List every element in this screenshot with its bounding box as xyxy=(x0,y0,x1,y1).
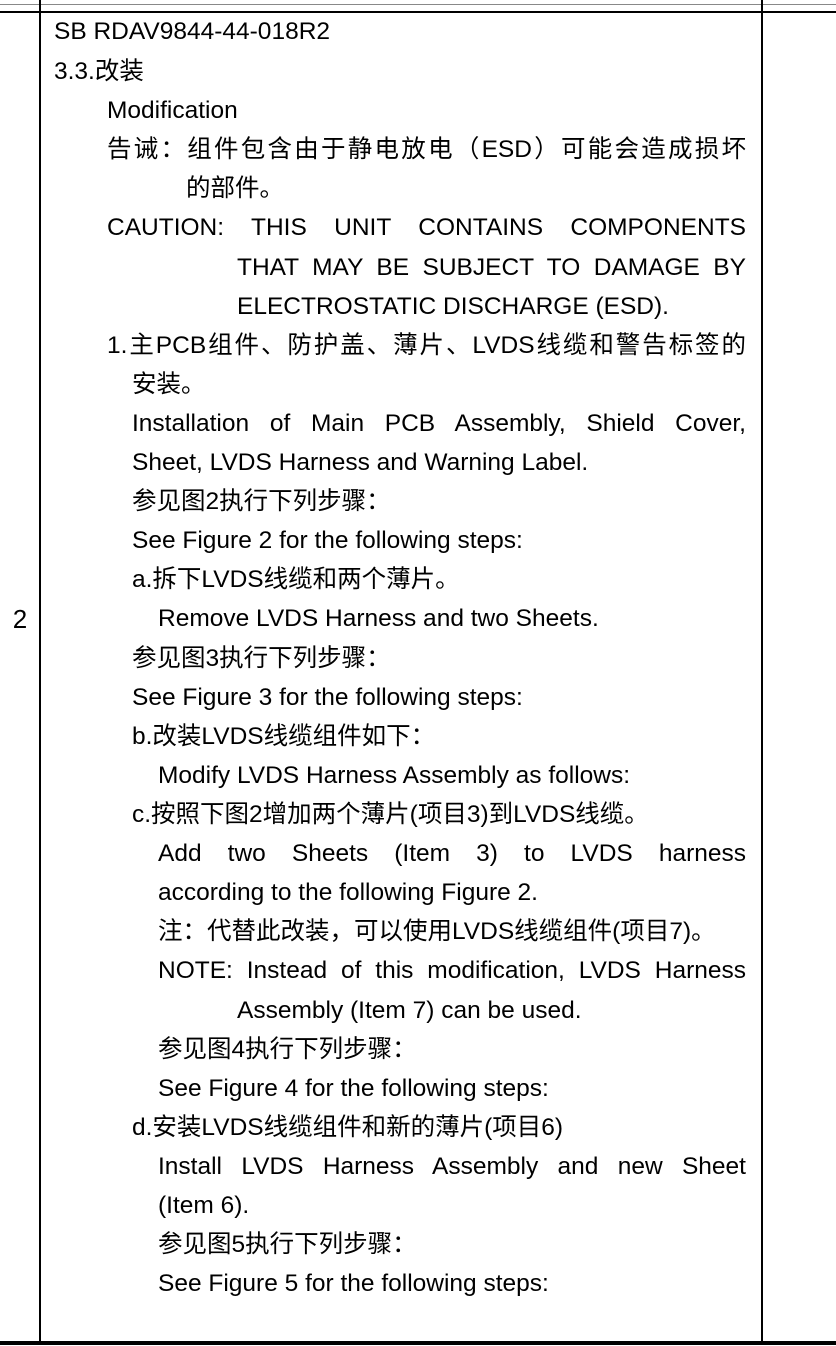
fig3-en: See Figure 3 for the following steps: xyxy=(132,684,523,711)
step-d-en-line2: (Item 6). xyxy=(158,1192,250,1219)
fig2-en: See Figure 2 for the following steps: xyxy=(132,527,523,554)
left-column-divider xyxy=(39,0,41,1342)
step1-en-line2: Sheet, LVDS Harness and Warning Label. xyxy=(132,449,589,476)
right-column-divider xyxy=(761,0,763,1342)
fig5-en: See Figure 5 for the following steps: xyxy=(158,1270,549,1297)
step1-cn-line2: 安装。 xyxy=(132,371,206,398)
note-cn: 注：代替此改装，可以使用LVDS线缆组件(项目7)。 xyxy=(158,918,716,945)
fig4-en: See Figure 4 for the following steps: xyxy=(158,1075,549,1102)
top-border-thin xyxy=(0,4,836,5)
step-c-en-line1: Add two Sheets (Item 3) to LVDS harness xyxy=(158,840,746,867)
section-heading-en: Modification xyxy=(107,97,238,124)
step-b-cn: b.改装LVDS线缆组件如下： xyxy=(132,723,436,750)
bottom-border xyxy=(0,1341,836,1345)
fig5-cn: 参见图5执行下列步骤： xyxy=(158,1231,417,1258)
fig2-cn: 参见图2执行下列步骤： xyxy=(132,488,391,515)
fig4-cn: 参见图4执行下列步骤： xyxy=(158,1036,417,1063)
caution-en-line3: ELECTROSTATIC DISCHARGE (ESD). xyxy=(237,293,669,320)
fig3-cn: 参见图3执行下列步骤： xyxy=(132,645,391,672)
step-d-en-line1: Install LVDS Harness Assembly and new Sh… xyxy=(158,1153,746,1180)
caution-en-line1: CAUTION: THIS UNIT CONTAINS COMPONENTS xyxy=(107,214,746,241)
step1-en-line1: Installation of Main PCB Assembly, Shiel… xyxy=(132,410,746,437)
section-heading: 3.3.改装 xyxy=(54,58,144,85)
step-c-cn: c.按照下图2增加两个薄片(项目3)到LVDS线缆。 xyxy=(132,801,649,828)
sb-number: SB RDAV9844-44-018R2 xyxy=(54,18,331,45)
step-d-cn: d.安装LVDS线缆组件和新的薄片(项目6) xyxy=(132,1114,564,1141)
note-en-line1: NOTE: Instead of this modification, LVDS… xyxy=(158,957,746,984)
row-number: 2 xyxy=(12,604,28,634)
document-table xyxy=(0,0,836,1346)
caution-en-line2: THAT MAY BE SUBJECT TO DAMAGE BY xyxy=(237,254,746,281)
step-a-en: Remove LVDS Harness and two Sheets. xyxy=(158,605,599,632)
caution-cn-line1: 告诫：组件包含由于静电放电（ESD）可能会造成损坏 xyxy=(107,136,746,163)
step-c-en-line2: according to the following Figure 2. xyxy=(158,879,538,906)
step1-cn-line1: 1.主PCB组件、防护盖、薄片、LVDS线缆和警告标签的 xyxy=(107,332,746,359)
top-border xyxy=(0,11,836,13)
step-a-cn: a.拆下LVDS线缆和两个薄片。 xyxy=(132,566,460,593)
step-b-en: Modify LVDS Harness Assembly as follows: xyxy=(158,762,631,789)
note-en-line2: Assembly (Item 7) can be used. xyxy=(237,997,582,1024)
caution-cn-line2: 的部件。 xyxy=(186,175,284,202)
